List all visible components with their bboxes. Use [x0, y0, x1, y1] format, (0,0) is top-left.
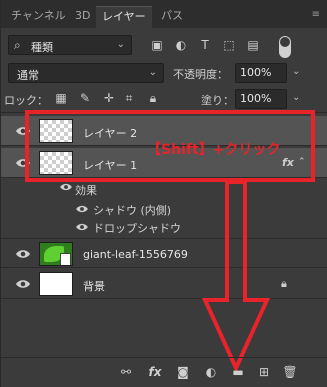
adjustment-icon[interactable]: ◐ — [203, 364, 219, 380]
trash-icon[interactable]: 🗑︎ — [282, 364, 298, 380]
bottom-toolbar: ⚯ fx ◙ ◐ ▬ ⊞ 🗑︎ — [1, 357, 327, 387]
layers-panel: チャンネル 3D レイヤー パス ≡ ⌕ 種類 ⌄ ▣ ◐ T ⬚ ▤ 通常 ⌄… — [0, 0, 327, 387]
link-layers-icon[interactable]: ⚯ — [118, 364, 134, 380]
folder-icon[interactable]: ▬ — [230, 364, 246, 380]
mask-icon[interactable]: ◙ — [175, 364, 191, 380]
fx-icon[interactable]: fx — [147, 364, 163, 380]
new-layer-icon[interactable]: ⊞ — [256, 364, 272, 380]
annotation-arrow — [201, 180, 271, 373]
